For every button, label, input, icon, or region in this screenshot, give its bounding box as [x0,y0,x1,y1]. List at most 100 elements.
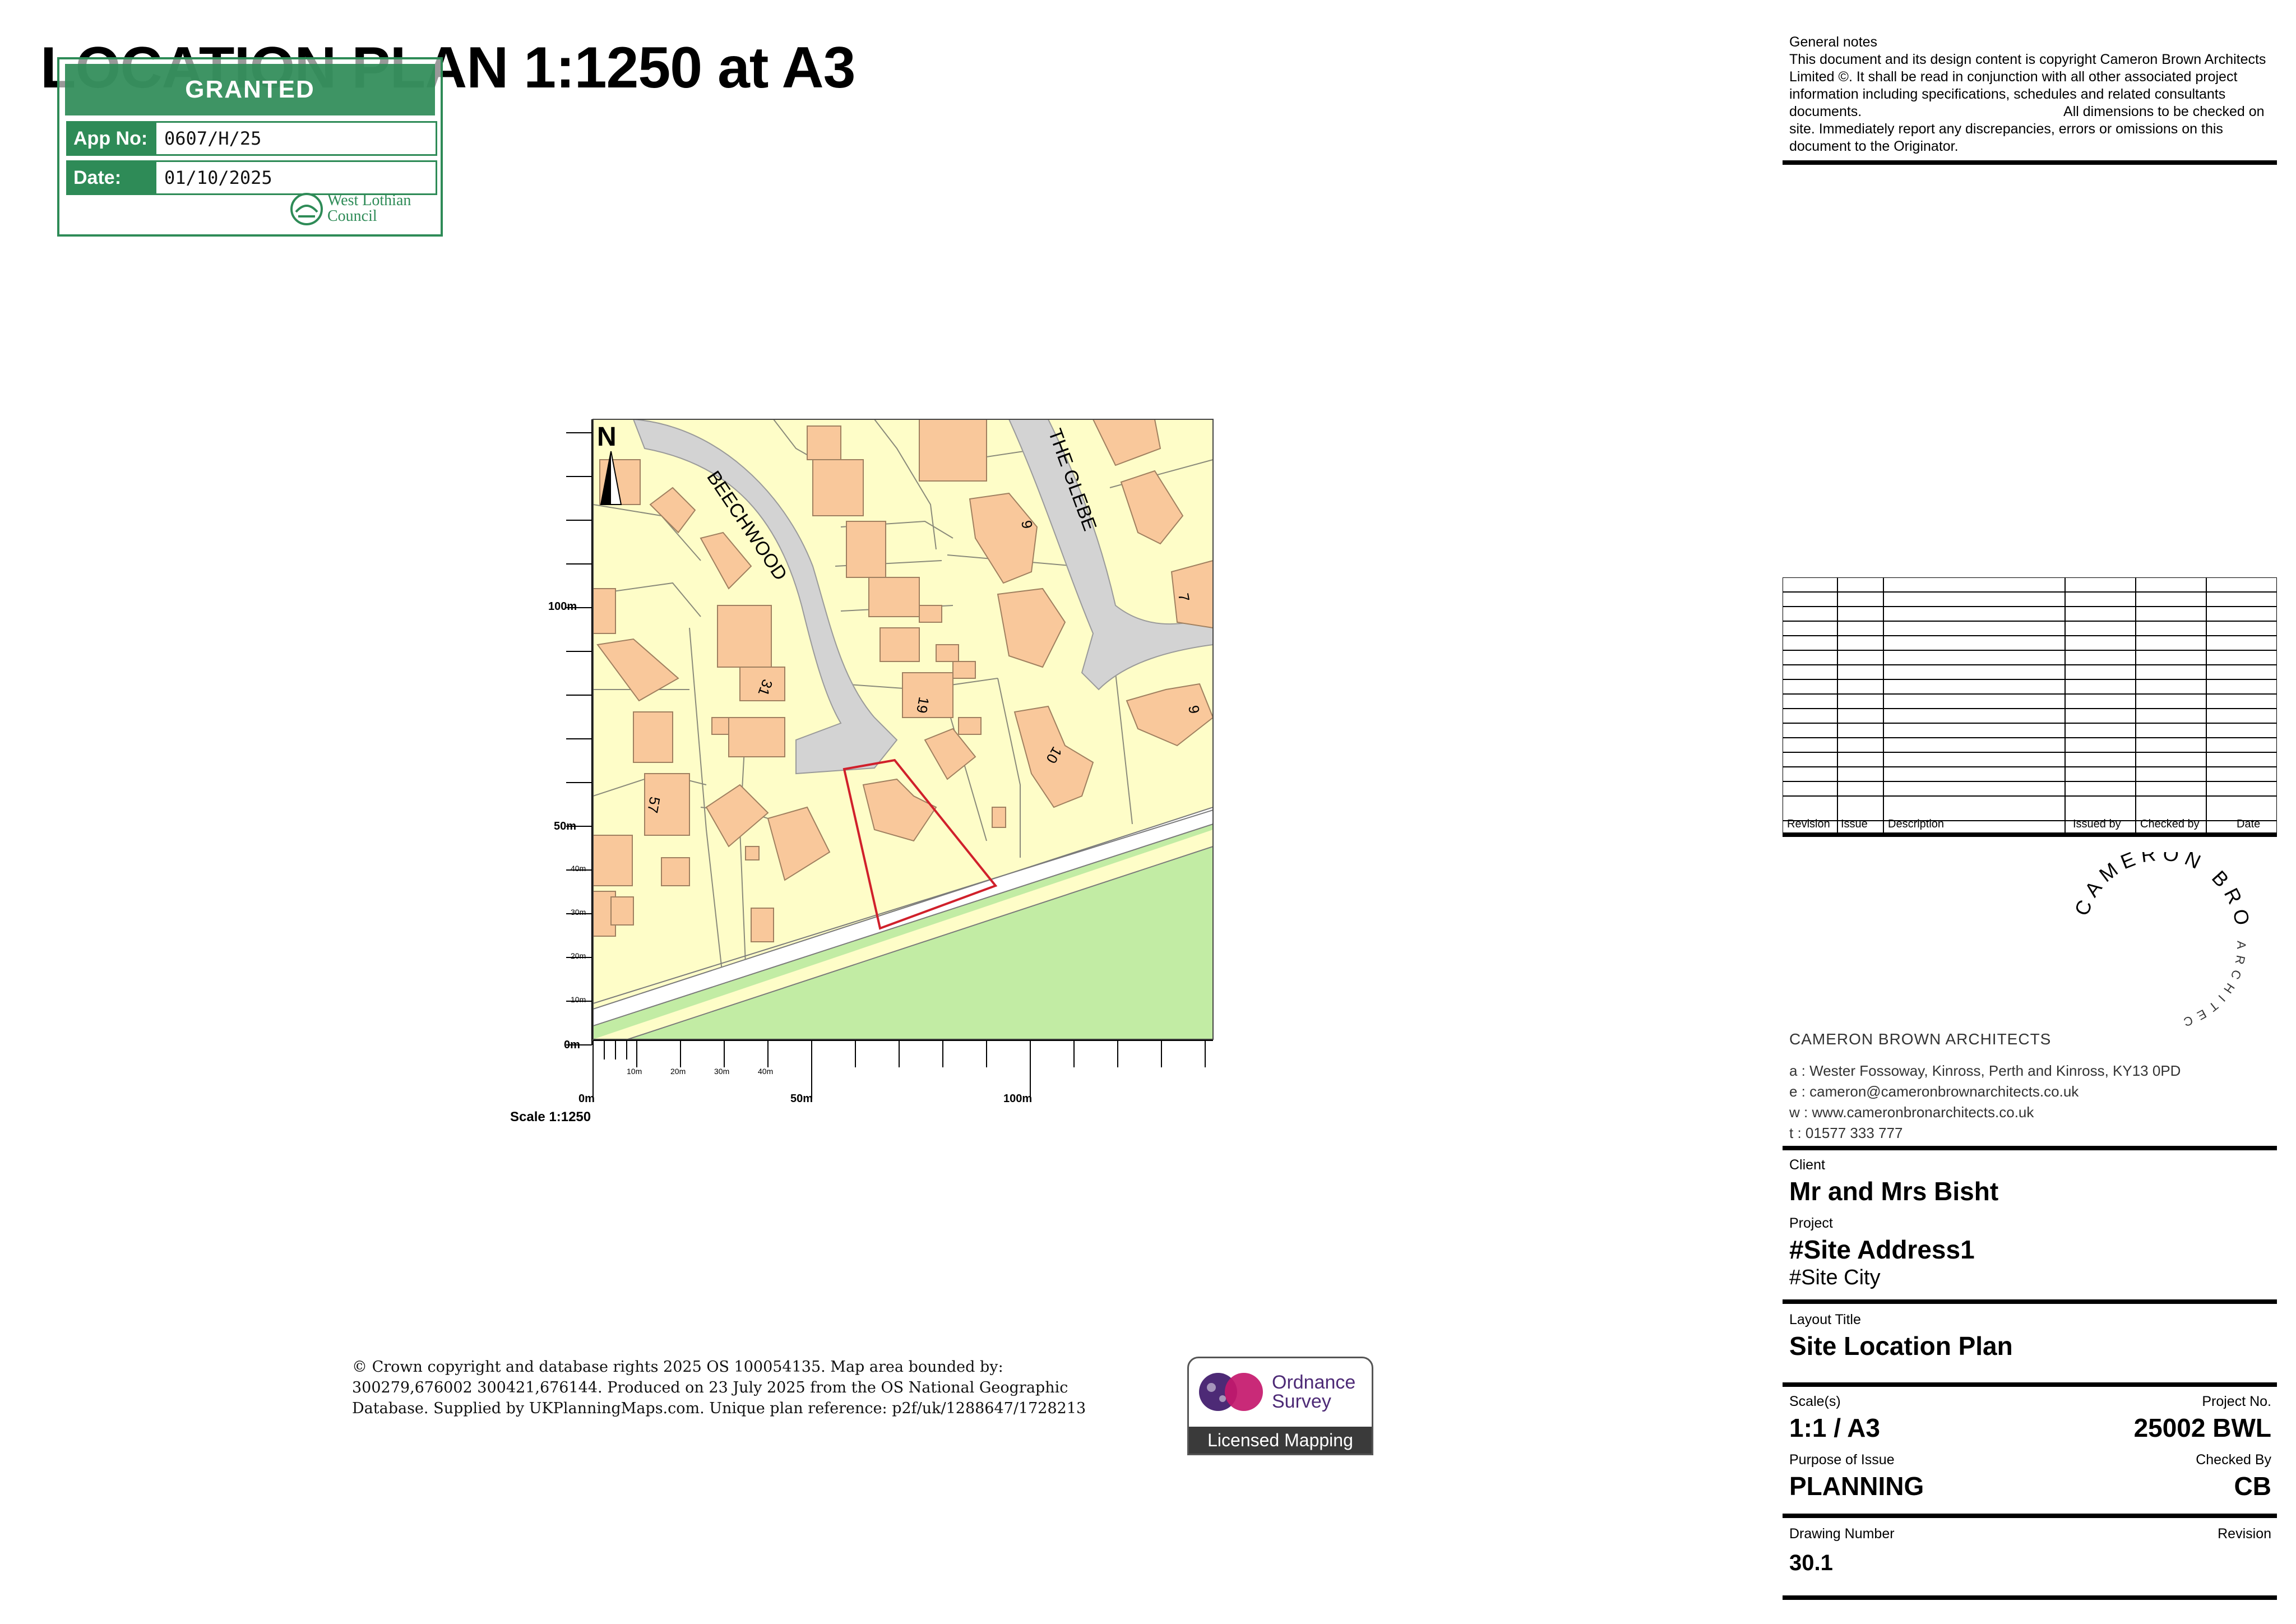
scale-left-label: 40m [571,864,586,873]
scale-bottom-label: 100m [1003,1093,1032,1105]
layout-divider [1783,1382,2277,1387]
scale-bottom-label: 50m [790,1093,813,1105]
building [728,717,785,757]
scale-left-label: 50m [554,820,576,832]
scale-caption: Scale 1:1250 [510,1109,591,1125]
stamp-date-value: 01/10/2025 [164,167,272,188]
project-label: Project [1789,1215,1833,1231]
purpose-label: Purpose of Issue [1789,1452,1895,1468]
building [593,588,616,634]
company-email: e : cameron@cameronbrownarchitects.co.uk [1789,1083,2079,1100]
purpose-value: PLANNING [1789,1472,1924,1501]
scale-bottom-label: 20m [670,1067,686,1076]
checked-by-value: CB [2234,1472,2271,1501]
scale-bottom-label: 40m [758,1067,773,1076]
council-name-line2: Council [327,207,377,225]
drawing-number: 30.1 [1789,1551,1833,1575]
client-name: Mr and Mrs Bisht [1789,1177,1999,1206]
company-name: CAMERON BROWN ARCHITECTS [1789,1030,2052,1048]
project-no-label: Project No. [2202,1394,2271,1409]
scale-label: Scale(s) [1789,1394,1841,1409]
os-copyright-notice: © Crown copyright and database rights 20… [352,1358,1086,1417]
project-divider [1783,1299,2277,1304]
council-logo: West Lothian Council [289,192,435,228]
building [919,419,987,482]
scale-bottom-label: 30m [714,1067,729,1076]
building [952,661,976,679]
building [807,425,841,460]
stamp-date-label: Date: [68,162,156,193]
rev-header-issued-by: Issued by [2073,818,2121,830]
building [812,459,864,516]
client-label: Client [1789,1157,1825,1173]
house-number: 19 [913,696,933,715]
scale-bottom-label: 10m [627,1067,642,1076]
project-no: 25002 BWL [2133,1413,2271,1442]
stamp-app-row: App No: 0607/H/25 [66,121,437,156]
cameron-brown-logo: CAMERON BROWN ARCHITECTS [2063,852,2255,1031]
council-crest-icon [290,193,323,225]
building [610,896,634,926]
stamp-app-label: App No: [68,123,156,154]
building [958,717,982,735]
approval-stamp: GRANTED App No: 0607/H/25 Date: 01/10/20… [57,57,443,237]
council-name-line1: West Lothian [327,192,411,209]
scale-left-label: 30m [571,908,586,917]
building [745,846,760,860]
stamp-date-row: Date: 01/10/2025 [66,160,437,195]
ordnance-survey-logo: Ordnance Survey Licensed Mapping [1187,1357,1373,1455]
location-plan-map: BEECHWOOD THE GLEBE 9 7 31 19 10 9 57 N … [510,419,1214,1125]
scale-left-label: 100m [548,600,577,613]
notes-body: This document and its design content is … [1789,52,2270,154]
building [751,908,774,942]
building [633,711,673,763]
building [879,627,920,662]
house-number: 57 [644,795,664,815]
building [868,577,920,617]
layout-title: Site Location Plan [1789,1331,2013,1361]
stamp-status: GRANTED [65,64,435,115]
bottom-scale-bar [592,1040,1213,1099]
building [846,521,886,578]
rev-header-date: Date [2237,818,2260,830]
logo-arc-main: CAMERON BROWN [2063,852,2249,932]
rev-header-checked-by: Checked by [2140,818,2200,830]
logo-divider [1783,1146,2277,1150]
building [593,835,633,886]
building [992,807,1006,828]
scale-left-label: 10m [571,995,586,1004]
rev-header-revision: Revision [1787,818,1830,830]
notes-divider [1783,160,2277,165]
building [661,857,690,886]
stamp-app-value: 0607/H/25 [164,128,262,149]
building [936,644,959,662]
company-tel: t : 01577 333 777 [1789,1125,1903,1141]
os-emblem-icon [1199,1373,1263,1411]
os-name-line1: Ordnance [1272,1372,1356,1393]
company-address: a : Wester Fossoway, Kinross, Perth and … [1789,1062,2181,1079]
os-licensed-mapping: Licensed Mapping [1189,1427,1372,1454]
building [717,605,772,668]
drawing-number-label: Drawing Number [1789,1526,1895,1542]
scale-bottom-label: 0m [578,1093,595,1105]
os-name-line2: Survey [1272,1391,1331,1412]
building [919,605,942,623]
project-city: #Site City [1789,1266,1881,1289]
purpose-divider [1783,1514,2277,1518]
revision-label: Revision [2218,1526,2271,1542]
notes-heading: General notes [1789,34,1878,50]
general-notes: General notes This document and its desi… [1789,34,2283,155]
logo-arc-text: CAMERON BROWN [2063,852,2255,932]
scale-value: 1:1 / A3 [1789,1413,1880,1442]
checked-by-label: Checked By [2196,1452,2271,1468]
revision-table: Revision Issue Description Issued by Che… [1783,577,2277,837]
scale-left-label: 20m [571,951,586,960]
scale-left-label: 0m [564,1039,580,1051]
north-label: N [597,422,617,452]
company-web: w : www.cameronbronarchitects.co.uk [1789,1104,2034,1121]
project-address: #Site Address1 [1789,1235,1975,1264]
rev-header-description: Description [1888,818,1944,830]
layout-title-label: Layout Title [1789,1312,1861,1327]
drawing-divider [1783,1595,2277,1600]
rev-header-issue: Issue [1841,818,1868,830]
